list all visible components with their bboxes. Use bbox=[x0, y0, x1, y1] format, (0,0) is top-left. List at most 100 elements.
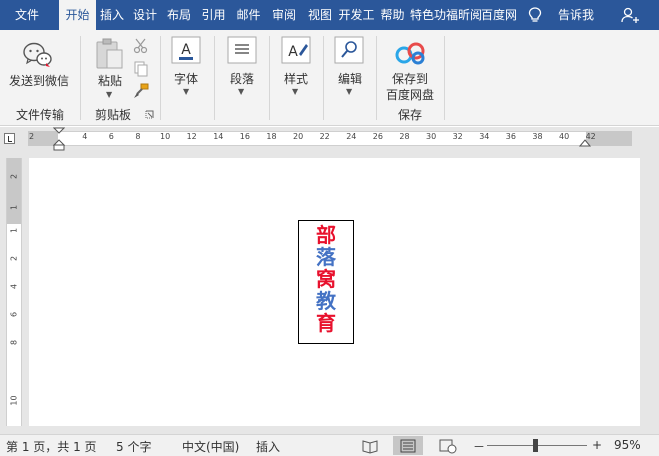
baidu-netdisk-icon bbox=[395, 42, 425, 65]
zoom-level[interactable]: 95% bbox=[614, 438, 641, 452]
ruler-tick-label: 8 bbox=[135, 132, 141, 141]
vertical-ruler-tick-label: 6 bbox=[9, 311, 19, 318]
save-to-baidu-button[interactable]: 保存到 bbox=[384, 70, 436, 87]
vertical-ruler-tick-label: 2 bbox=[9, 255, 19, 262]
ruler-tick-label: 10 bbox=[160, 132, 171, 141]
paragraph-dropdown-caret[interactable]: ▼ bbox=[238, 87, 244, 96]
tab-layout[interactable]: 布局 bbox=[162, 0, 196, 30]
vertical-ruler[interactable]: 2 1 1 2 4 6 8 10 bbox=[6, 158, 22, 426]
right-indent-marker[interactable] bbox=[579, 139, 591, 148]
editing-button[interactable]: 编辑 bbox=[330, 70, 370, 87]
tab-help[interactable]: 帮助 bbox=[375, 0, 410, 30]
ruler-tick-label: 36 bbox=[505, 132, 516, 141]
vertical-ruler-tick-label: 2 bbox=[9, 173, 19, 180]
char-yu: 育 bbox=[316, 311, 336, 335]
tab-design[interactable]: 设计 bbox=[128, 0, 162, 30]
web-layout-icon[interactable] bbox=[432, 436, 462, 455]
ribbon-tab-bar: 文件 开始 插入 设计 布局 引用 邮件 审阅 视图 开发工 帮助 特色功 福昕… bbox=[0, 0, 659, 30]
lightbulb-icon[interactable] bbox=[528, 7, 542, 23]
tab-selector-icon[interactable] bbox=[4, 133, 15, 144]
tab-review[interactable]: 审阅 bbox=[266, 0, 302, 30]
ruler-tick-label: 18 bbox=[266, 132, 277, 141]
editing-dropdown-caret[interactable]: ▼ bbox=[346, 87, 352, 96]
ruler-tick-label: 34 bbox=[479, 132, 490, 141]
font-button[interactable]: 字体 bbox=[168, 70, 204, 87]
vertical-ruler-tick-label: 1 bbox=[9, 227, 19, 234]
ribbon: 发送到微信 文件传输 粘贴 ▼ 剪贴板 A 字体 ▼ 段落 ▼ A 样式 ▼ 编… bbox=[0, 30, 659, 126]
tell-me-search[interactable]: 告诉我 bbox=[550, 0, 602, 30]
vertical-ruler-tick-label: 8 bbox=[9, 339, 19, 346]
zoom-slider-thumb[interactable] bbox=[533, 439, 538, 452]
styles-button[interactable]: 样式 bbox=[276, 70, 316, 87]
ruler-tick-label: 6 bbox=[108, 132, 114, 141]
tab-home[interactable]: 开始 bbox=[59, 0, 96, 30]
tab-baidu[interactable]: 百度网 bbox=[481, 0, 517, 30]
svg-text:A: A bbox=[288, 44, 298, 60]
ruler-tick-label: 38 bbox=[532, 132, 543, 141]
font-dropdown-caret[interactable]: ▼ bbox=[183, 87, 189, 96]
styles-brush-icon: A bbox=[281, 36, 311, 64]
document-page[interactable]: 部 落 窝 教 育 bbox=[29, 158, 640, 426]
paragraph-button[interactable]: 段落 bbox=[222, 70, 262, 87]
svg-text:A: A bbox=[181, 42, 191, 58]
vertical-ruler-tick-label: 1 bbox=[9, 204, 19, 211]
tab-file[interactable]: 文件 bbox=[0, 0, 54, 30]
font-a-icon: A bbox=[171, 36, 201, 64]
tab-insert[interactable]: 插入 bbox=[96, 0, 128, 30]
add-user-icon[interactable] bbox=[621, 7, 639, 23]
read-mode-icon[interactable] bbox=[355, 436, 385, 455]
horizontal-ruler[interactable]: 2 4 6 8 10 12 14 16 18 20 22 24 26 28 30 32 34 36 38 40 42 bbox=[0, 127, 659, 151]
scissors-icon[interactable] bbox=[133, 38, 149, 54]
clipboard-paste-icon bbox=[96, 38, 123, 69]
ruler-tick-label: 40 bbox=[559, 132, 570, 141]
ruler-tick-label: 16 bbox=[239, 132, 250, 141]
group-label-save: 保存 bbox=[397, 108, 422, 122]
ruler-tick-label: 2 bbox=[29, 132, 35, 141]
paragraph-lines-icon bbox=[227, 36, 257, 64]
format-painter-icon[interactable] bbox=[133, 83, 149, 99]
status-bar: 第 1 页，共 1 页 5 个字 中文(中国) 插入 － + 95% bbox=[0, 434, 659, 456]
vertical-ruler-tick-label: 10 bbox=[9, 395, 19, 406]
ruler-tick-label: 20 bbox=[293, 132, 304, 141]
ruler-tick-label: 30 bbox=[426, 132, 437, 141]
insert-mode[interactable]: 插入 bbox=[256, 438, 280, 455]
tab-developer[interactable]: 开发工 bbox=[338, 0, 375, 30]
save-to-baidu-label-line2: 百度网盘 bbox=[385, 88, 434, 102]
char-wo: 窝 bbox=[316, 267, 336, 291]
paste-dropdown-caret[interactable]: ▼ bbox=[106, 90, 112, 99]
ruler-tick-label: 14 bbox=[213, 132, 224, 141]
char-bu: 部 bbox=[316, 223, 336, 247]
copy-icon[interactable] bbox=[133, 61, 149, 77]
send-to-wechat-button[interactable]: 发送到微信 bbox=[6, 72, 72, 89]
tab-foxit[interactable]: 福昕阅 bbox=[446, 0, 481, 30]
ruler-tick-label: 22 bbox=[319, 132, 330, 141]
ruler-tick-label: 4 bbox=[82, 132, 88, 141]
group-label-file-transfer: 文件传输 bbox=[15, 108, 64, 122]
page-count[interactable]: 第 1 页，共 1 页 bbox=[6, 438, 97, 455]
vertical-ruler-tick-label: 4 bbox=[9, 283, 19, 290]
tab-references[interactable]: 引用 bbox=[196, 0, 231, 30]
zoom-in-button[interactable]: + bbox=[592, 438, 602, 452]
print-layout-icon[interactable] bbox=[393, 436, 423, 455]
ruler-tick-label: 12 bbox=[186, 132, 197, 141]
wechat-send-icon bbox=[23, 42, 52, 67]
tab-mailings[interactable]: 邮件 bbox=[231, 0, 266, 30]
styles-dropdown-caret[interactable]: ▼ bbox=[292, 87, 298, 96]
vertical-text-box[interactable]: 部 落 窝 教 育 bbox=[298, 220, 354, 344]
first-line-indent-marker[interactable] bbox=[53, 127, 65, 151]
dialog-launcher-icon[interactable] bbox=[145, 110, 154, 119]
tab-view[interactable]: 视图 bbox=[302, 0, 338, 30]
ruler-tick-label: 26 bbox=[372, 132, 383, 141]
char-luo: 落 bbox=[316, 245, 336, 269]
language-indicator[interactable]: 中文(中国) bbox=[182, 438, 239, 455]
zoom-out-button[interactable]: － bbox=[473, 438, 485, 455]
group-label-clipboard: 剪贴板 bbox=[94, 108, 131, 122]
tab-features[interactable]: 特色功 bbox=[410, 0, 446, 30]
ruler-tick-label: 24 bbox=[346, 132, 357, 141]
search-magnifier-icon bbox=[334, 36, 364, 64]
word-count[interactable]: 5 个字 bbox=[116, 438, 151, 455]
ruler-tick-label: 28 bbox=[399, 132, 410, 141]
paste-button[interactable]: 粘贴 bbox=[94, 72, 126, 89]
ruler-tick-label: 32 bbox=[452, 132, 463, 141]
document-area: 2 1 1 2 4 6 8 10 部 落 窝 教 育 bbox=[0, 151, 659, 434]
